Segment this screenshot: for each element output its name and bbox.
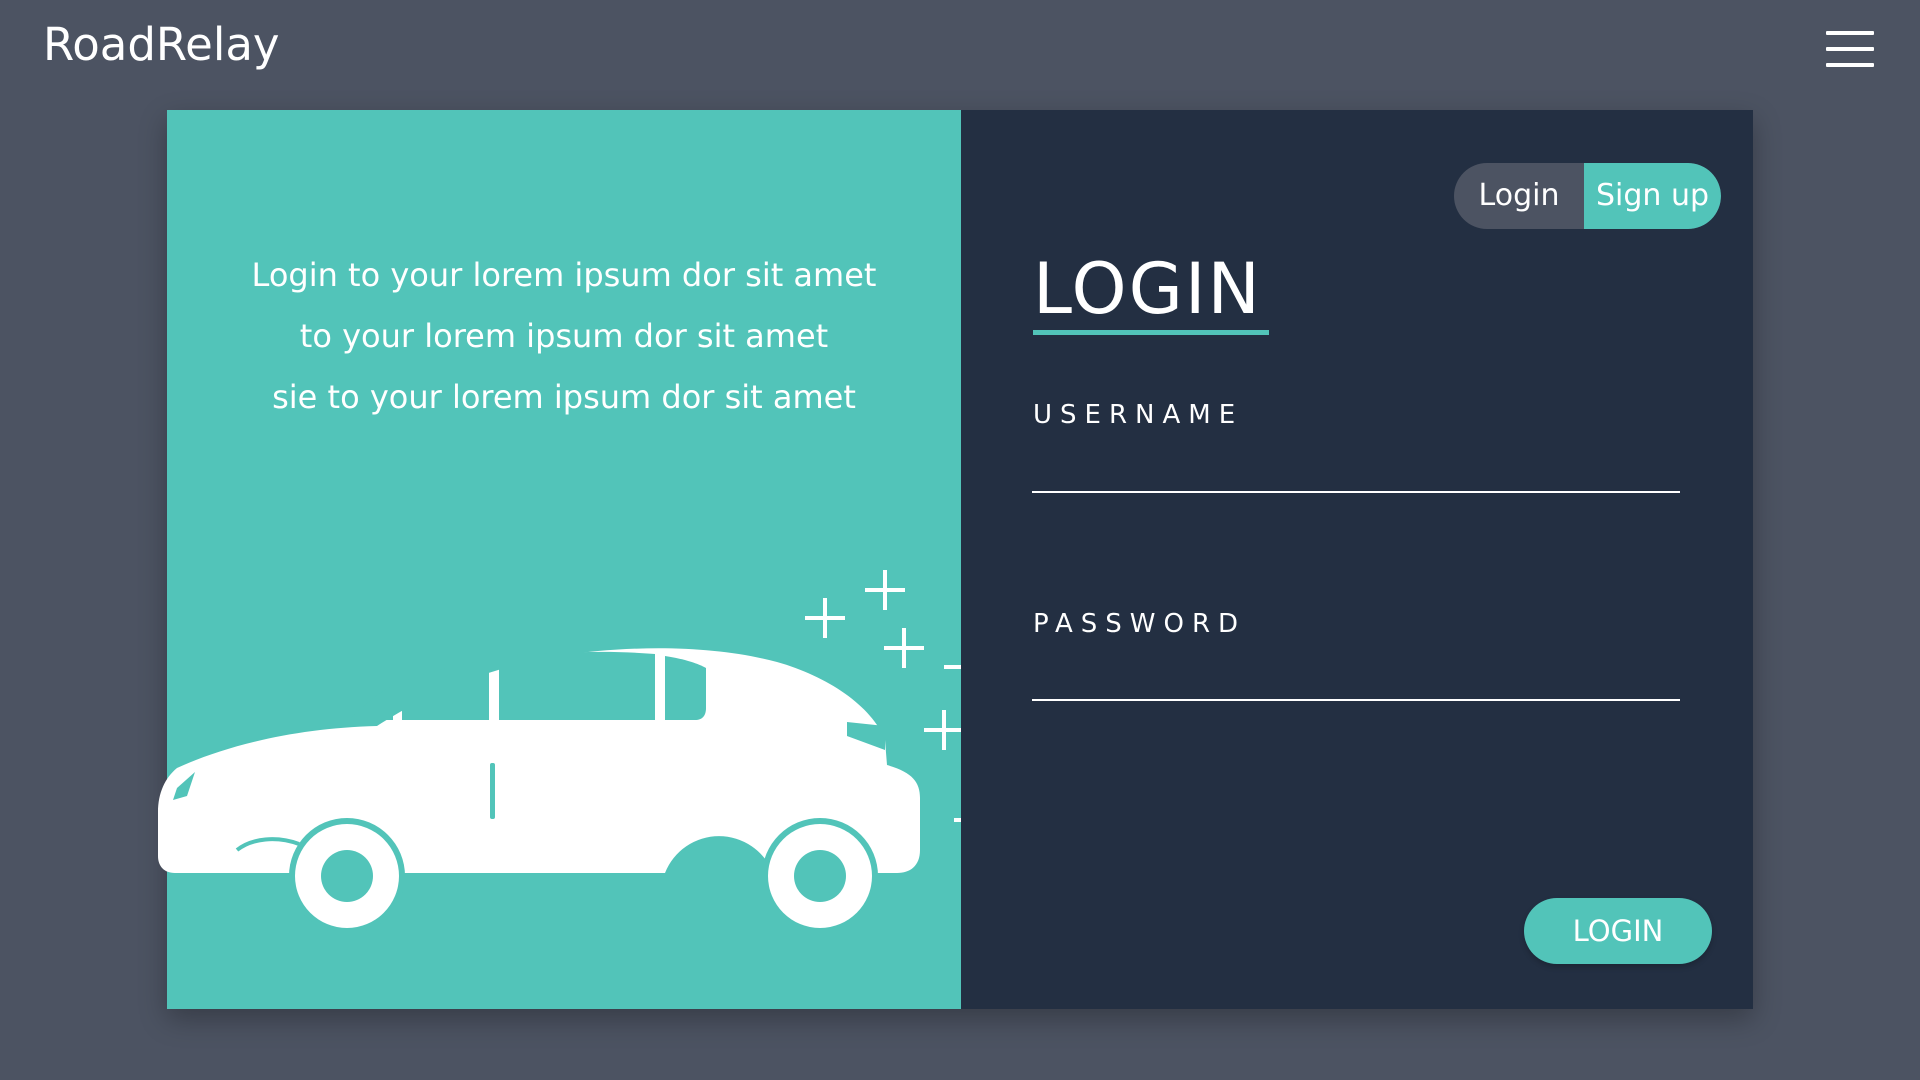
hero-line-3: sie to your lorem ipsum dor sit amet <box>272 378 856 416</box>
hero-tagline: Login to your lorem ipsum dor sit amet t… <box>167 245 961 428</box>
hero-line-2: to your lorem ipsum dor sit amet <box>299 317 829 355</box>
password-field[interactable] <box>1032 651 1680 701</box>
form-title: LOGIN <box>1033 248 1262 330</box>
top-bar: RoadRelay <box>0 0 1920 100</box>
auth-toggle: Login Sign up <box>1454 163 1721 229</box>
brand-logo[interactable]: RoadRelay <box>43 18 280 71</box>
form-panel <box>961 110 1753 1009</box>
username-label: USERNAME <box>1033 400 1244 430</box>
username-field[interactable] <box>1032 443 1680 493</box>
hero-line-1: Login to your lorem ipsum dor sit amet <box>251 256 877 294</box>
password-label: PASSWORD <box>1033 609 1247 639</box>
login-submit-button[interactable]: LOGIN <box>1524 898 1712 964</box>
title-underline <box>1033 330 1269 335</box>
car-illustration <box>158 570 1074 934</box>
hamburger-menu-icon[interactable] <box>1826 28 1874 68</box>
login-card: Login to your lorem ipsum dor sit amet t… <box>158 110 1753 1009</box>
car-icon <box>158 648 920 934</box>
toggle-signup-button[interactable]: Sign up <box>1584 163 1721 229</box>
toggle-login-button[interactable]: Login <box>1454 163 1584 229</box>
hero-panel: Login to your lorem ipsum dor sit amet t… <box>158 110 1074 1009</box>
